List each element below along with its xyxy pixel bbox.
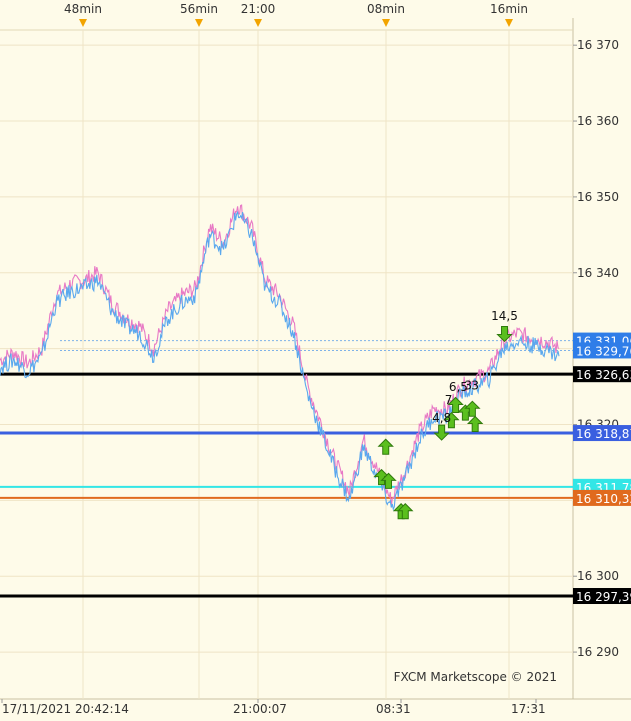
price-tag-label: 16 329,76 <box>576 344 631 358</box>
trade-annotation-label: 14,5 <box>491 309 518 323</box>
bottom-time-label: 17/11/2021 20:42:14 <box>2 702 129 716</box>
level-tag-label: 16 310,32 <box>576 492 631 506</box>
price-axis-label: 16 290 <box>577 645 619 659</box>
price-axis-label: 16 300 <box>577 569 619 583</box>
watermark: FXCM Marketscope © 2021 <box>394 670 557 684</box>
level-tag-label: 16 318,87 <box>576 427 631 441</box>
trade-annotation-label: 3 <box>471 379 479 393</box>
level-tag-label: 16 297,39 <box>576 590 631 604</box>
level-tag-label: 16 326,63 <box>576 368 631 382</box>
price-axis-label: 16 360 <box>577 114 619 128</box>
top-time-label: 48min <box>64 2 102 16</box>
trade-annotation-label: 4,8 <box>432 411 451 425</box>
plot-background <box>0 0 631 721</box>
price-axis-label: 16 340 <box>577 266 619 280</box>
top-time-label: 21:00 <box>241 2 276 16</box>
top-time-label: 08min <box>367 2 405 16</box>
bottom-time-label: 08:31 <box>376 702 411 716</box>
price-axis-label: 16 350 <box>577 190 619 204</box>
price-chart[interactable]: 48min 56min 21:00 08min 16min 4,876,53 314,5 … <box>0 0 631 721</box>
top-time-label: 56min <box>180 2 218 16</box>
bottom-time-label: 17:31 <box>511 702 546 716</box>
bottom-time-label: 21:00:07 <box>233 702 287 716</box>
price-axis-label: 16 370 <box>577 38 619 52</box>
trade-annotation-label: 7 <box>445 393 453 407</box>
top-time-label: 16min <box>490 2 528 16</box>
